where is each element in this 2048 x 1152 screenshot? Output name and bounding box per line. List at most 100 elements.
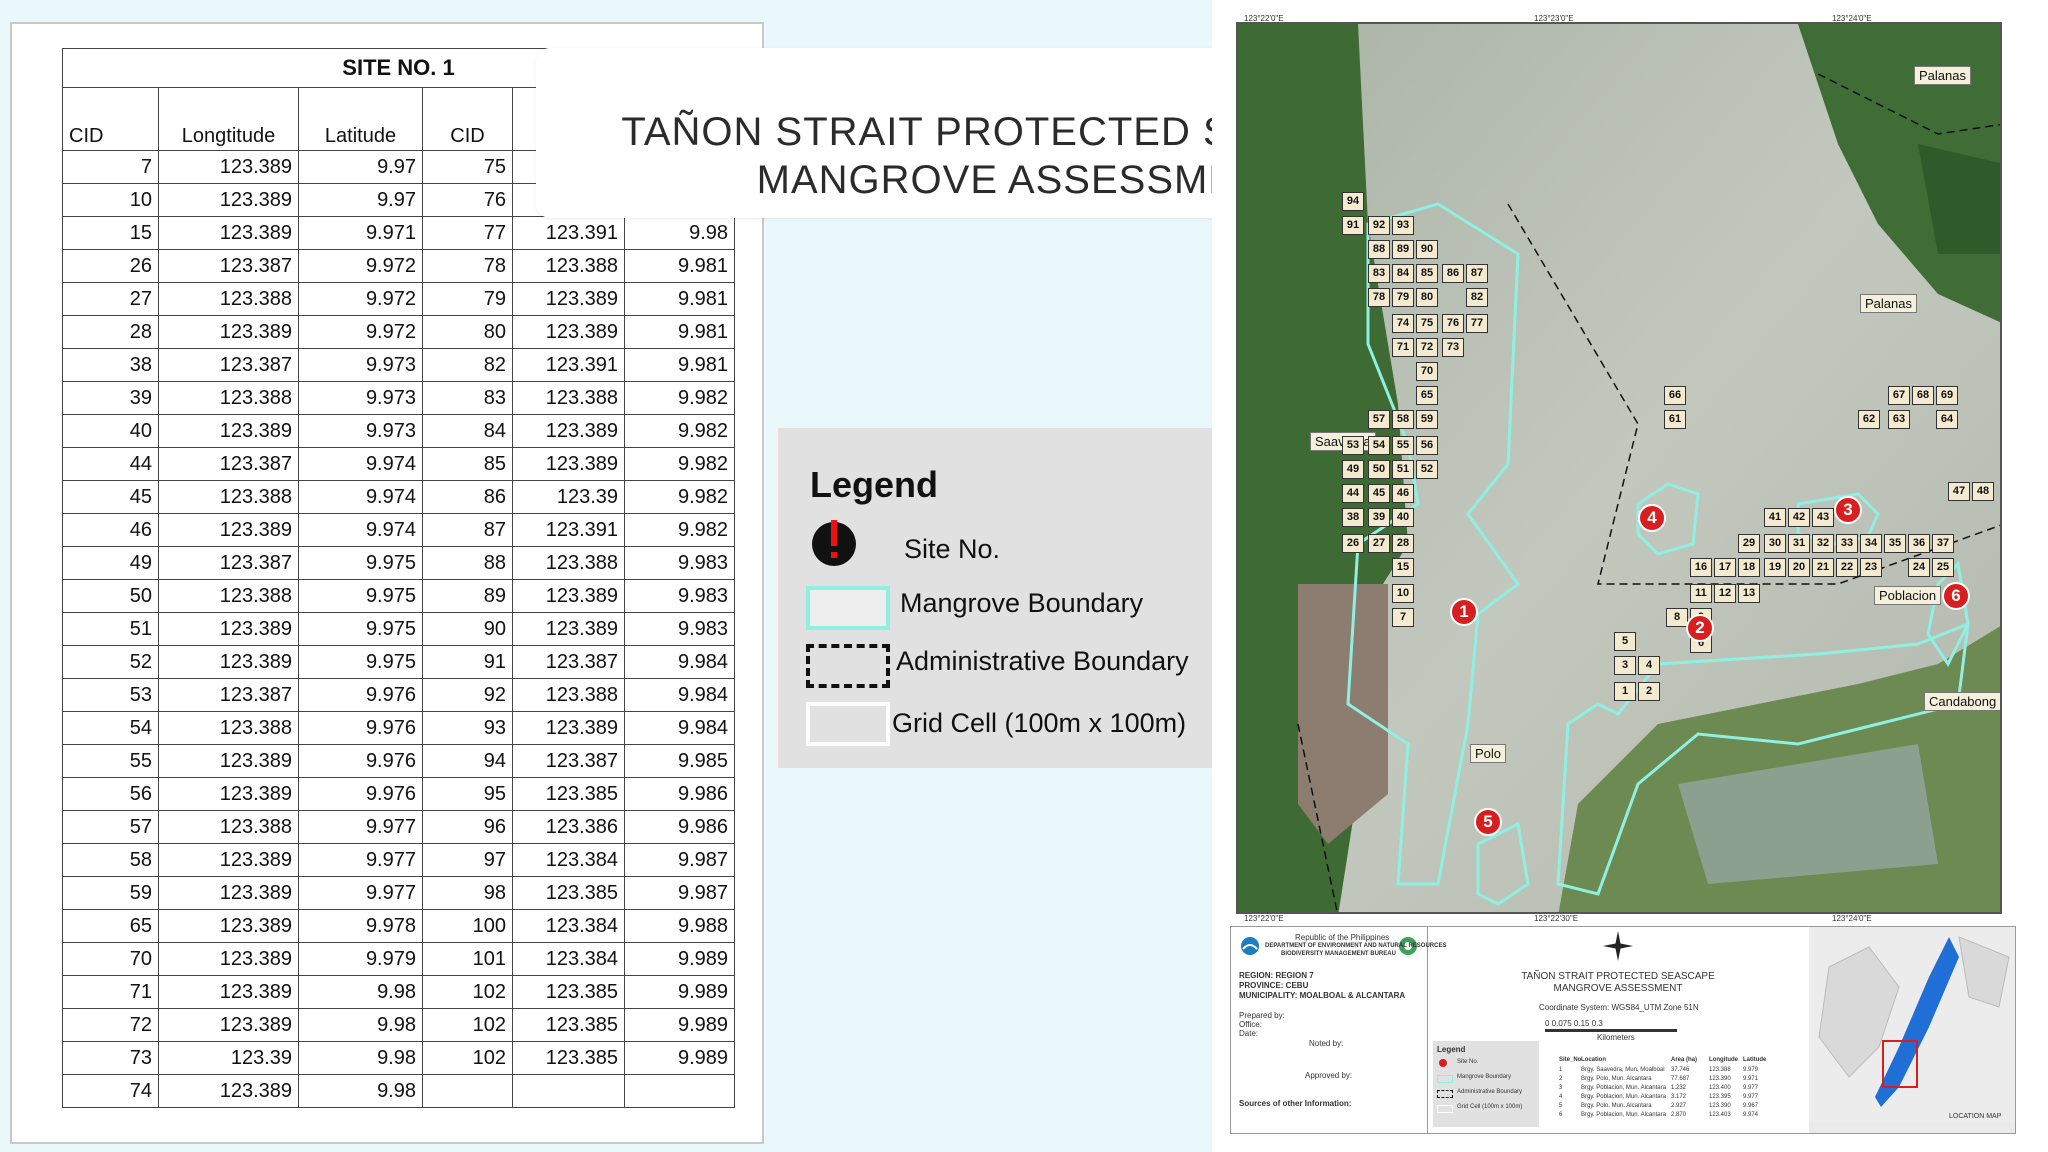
grid-cell-label: 27 bbox=[1368, 534, 1390, 553]
table-cell: 123.389 bbox=[158, 183, 299, 217]
table-cell: 123.389 bbox=[512, 579, 625, 613]
table-cell: 9.984 bbox=[623, 711, 736, 745]
table-cell: 123.389 bbox=[158, 777, 299, 811]
grid-cell-label: 83 bbox=[1368, 264, 1390, 283]
legend-panel: Legend Site No. Mangrove Boundary Admini… bbox=[776, 428, 1212, 768]
table-cell: 75 bbox=[422, 150, 513, 184]
table-cell: 88 bbox=[422, 546, 513, 580]
table-cell: 56 bbox=[62, 777, 159, 811]
table-cell: 10 bbox=[62, 183, 159, 217]
site-table-cell: Brgy. Polo, Mun. Alcantara bbox=[1581, 1103, 1652, 1109]
grid-cell-label: 67 bbox=[1888, 386, 1910, 405]
fishpond-west bbox=[1298, 584, 1388, 844]
site-table-cell: 5 bbox=[1559, 1103, 1563, 1109]
grid-cell-label: 1 bbox=[1614, 682, 1636, 701]
site-marker-3[interactable]: 3 bbox=[1834, 496, 1862, 524]
grid-cell-label: 63 bbox=[1888, 410, 1910, 429]
grid-cell-label: 52 bbox=[1416, 460, 1438, 479]
info-location-map-label: LOCATION MAP bbox=[1949, 1113, 2002, 1120]
legend-title: Legend bbox=[810, 464, 939, 505]
table-cell: 9.979 bbox=[298, 942, 423, 976]
grid-cell-label: 88 bbox=[1368, 240, 1390, 259]
table-cell: 9.97 bbox=[298, 183, 423, 217]
table-cell: 55 bbox=[62, 744, 159, 778]
table-cell: 123.389 bbox=[158, 612, 299, 646]
table-cell: 100 bbox=[422, 909, 513, 943]
info-office: Office: bbox=[1239, 1020, 1262, 1029]
info-date: Date: bbox=[1239, 1029, 1259, 1038]
info-map-title-1: TAÑON STRAIT PROTECTED SEASCAPE bbox=[1521, 971, 1715, 982]
site-table-cell: 2 bbox=[1559, 1076, 1563, 1082]
denr-logo-icon bbox=[1241, 937, 1259, 955]
grid-cell-label: 92 bbox=[1368, 216, 1390, 235]
table-cell: 123.387 bbox=[512, 744, 625, 778]
table-cell: 9.989 bbox=[623, 1041, 736, 1075]
site-table-cell: 123.403 bbox=[1709, 1112, 1731, 1118]
table-cell: 123.387 bbox=[158, 249, 299, 283]
table-cell: 102 bbox=[422, 1008, 513, 1042]
grid-cell-label: 94 bbox=[1342, 192, 1364, 211]
grid-cell-label: 38 bbox=[1342, 508, 1364, 527]
grid-cell-label: 72 bbox=[1416, 338, 1438, 357]
site-table-cell: Brgy. Polo, Mun. Alcantara bbox=[1581, 1076, 1652, 1082]
table-cell: 9.98 bbox=[623, 216, 736, 250]
table-cell: 9.986 bbox=[623, 777, 736, 811]
table-cell: 9.987 bbox=[623, 843, 736, 877]
grid-cell-label: 78 bbox=[1368, 288, 1390, 307]
place-label-poblacion: Poblacion bbox=[1874, 586, 1942, 605]
site-table-cell: 1.232 bbox=[1671, 1085, 1687, 1091]
grid-cell-label: 47 bbox=[1948, 482, 1970, 501]
table-cell: 123.385 bbox=[512, 975, 625, 1009]
table-cell: 58 bbox=[62, 843, 159, 877]
table-row: 39 123.388 9.973 83 123.388 9.982 bbox=[62, 381, 736, 415]
table-cell: 9.972 bbox=[298, 282, 423, 316]
info-approved: Approved by: bbox=[1305, 1071, 1353, 1080]
site-marker-4[interactable]: 4 bbox=[1638, 504, 1666, 532]
site-marker-6[interactable]: 6 bbox=[1942, 582, 1970, 610]
site-table-cell: 123.390 bbox=[1709, 1076, 1731, 1082]
table-cell: 123.389 bbox=[512, 315, 625, 349]
place-label-candabong: Candabong bbox=[1924, 692, 2000, 711]
info-dept: DEPARTMENT OF ENVIRONMENT AND NATURAL RE… bbox=[1265, 943, 1447, 949]
grid-cell-label: 79 bbox=[1392, 288, 1414, 307]
info-coord-system: Coordinate System: WGS84_UTM Zone 51N bbox=[1539, 1003, 1699, 1012]
site-marker-5[interactable]: 5 bbox=[1474, 808, 1502, 836]
table-row: 45 123.388 9.974 86 123.39 9.982 bbox=[62, 480, 736, 514]
table-cell: 95 bbox=[422, 777, 513, 811]
table-cell: 50 bbox=[62, 579, 159, 613]
table-row: 26 123.387 9.972 78 123.388 9.981 bbox=[62, 249, 736, 283]
location-map bbox=[1809, 927, 2015, 1123]
table-cell: 123.384 bbox=[512, 942, 625, 976]
table-cell: 9.982 bbox=[623, 414, 736, 448]
info-republic: Republic of the Philippines bbox=[1295, 933, 1390, 942]
table-cell: 123.389 bbox=[158, 513, 299, 547]
grid-cell-label: 4 bbox=[1638, 656, 1660, 675]
table-cell: 9.982 bbox=[623, 381, 736, 415]
table-cell: 89 bbox=[422, 579, 513, 613]
grid-cell-label: 70 bbox=[1416, 362, 1438, 381]
table-cell: 71 bbox=[62, 975, 159, 1009]
table-cell: 9.981 bbox=[623, 282, 736, 316]
info-legend-mangrove: Mangrove Boundary bbox=[1457, 1074, 1512, 1080]
grid-cell-label: 87 bbox=[1466, 264, 1488, 283]
site-marker-2[interactable]: 2 bbox=[1686, 614, 1714, 642]
site-table-cell: Brgy. Poblacion, Mun. Alcantara bbox=[1581, 1112, 1666, 1118]
satellite-map[interactable]: Palanas Palanas Saavedra Poblacion Canda… bbox=[1236, 22, 2002, 914]
grid-cell-label: 54 bbox=[1368, 436, 1390, 455]
table-cell: 123.388 bbox=[512, 381, 625, 415]
site-table-cell: 3.172 bbox=[1671, 1094, 1687, 1100]
table-cell: 77 bbox=[422, 216, 513, 250]
table-cell: 123.389 bbox=[158, 744, 299, 778]
grid-cell-label: 12 bbox=[1714, 584, 1736, 603]
table-cell: 9.985 bbox=[623, 744, 736, 778]
grid-cell-label: 11 bbox=[1690, 584, 1712, 603]
table-cell: 9.976 bbox=[298, 711, 423, 745]
table-cell: 102 bbox=[422, 975, 513, 1009]
mangrove-boundary-icon bbox=[806, 586, 890, 630]
table-cell: 85 bbox=[422, 447, 513, 481]
site-marker-1[interactable]: 1 bbox=[1450, 598, 1478, 626]
scale-bar bbox=[1545, 1029, 1677, 1032]
site-table-cell: 9.977 bbox=[1743, 1085, 1759, 1091]
table-cell: 9.971 bbox=[298, 216, 423, 250]
table-cell: 9.976 bbox=[298, 678, 423, 712]
